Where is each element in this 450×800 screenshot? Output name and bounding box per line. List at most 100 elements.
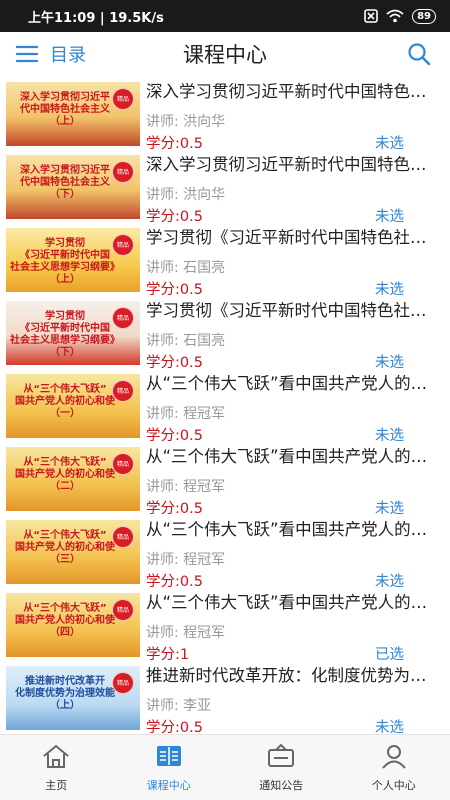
premium-badge: 精品	[112, 88, 134, 110]
course-item[interactable]: 从“三个伟大飞跃” 国共产党人的初心和使 （三） 精品 从“三个伟大飞跃”看中国…	[0, 514, 450, 590]
thumbnail-title: 推进新时代改革开 化制度优势为治理效能 （上）	[15, 676, 115, 711]
course-credit: 学分:0.5	[146, 500, 203, 517]
thumbnail-title: 从“三个伟大飞跃” 国共产党人的初心和使 （三）	[15, 530, 115, 565]
course-thumbnail: 从“三个伟大飞跃” 国共产党人的初心和使 （一） 精品	[6, 374, 140, 438]
selection-status[interactable]: 未选	[375, 497, 404, 518]
course-thumbnail: 推进新时代改革开 化制度优势为治理效能 （上） 精品	[6, 666, 140, 730]
course-title: 学习贯彻《习近平新时代中国特色社会主义思想学习纲要》（下）	[146, 301, 438, 320]
user-icon	[379, 743, 409, 773]
course-item[interactable]: 推进新时代改革开 化制度优势为治理效能 （上） 精品 推进新时代改革开放：化制度…	[0, 660, 450, 734]
course-info: 深入学习贯彻习近平新时代中国特色社会主义思想（上） 讲师: 洪向华 学分:0.5…	[140, 80, 438, 152]
course-meta: 学分:0.5 未选	[146, 278, 438, 298]
course-thumbnail: 从“三个伟大飞跃” 国共产党人的初心和使 （四） 精品	[6, 593, 140, 657]
search-button[interactable]	[404, 39, 434, 69]
course-info: 学习贯彻《习近平新时代中国特色社会主义思想学习纲要》（下） 讲师: 石国亮 学分…	[140, 299, 438, 371]
book-icon	[154, 743, 184, 773]
selection-status[interactable]: 未选	[375, 424, 404, 445]
premium-badge: 精品	[112, 672, 134, 694]
course-meta: 学分:0.5 未选	[146, 570, 438, 590]
selection-status[interactable]: 已选	[375, 643, 404, 664]
thumbnail-title: 学习贯彻 《习近平新时代中国 社会主义思想学习纲要》 （上）	[10, 238, 120, 285]
course-teacher: 讲师: 洪向华	[146, 114, 226, 130]
course-info: 从“三个伟大飞跃”看中国共产党人的初心和使命（三） 讲师: 程冠军 学分:0.5…	[140, 518, 438, 590]
tab-label: 通知公告	[259, 778, 304, 792]
course-meta: 学分:0.5 未选	[146, 497, 438, 517]
course-info: 从“三个伟大飞跃”看中国共产党人的初心和使命（四） 讲师: 程冠军 学分:1 已…	[140, 591, 438, 663]
course-info: 学习贯彻《习近平新时代中国特色社会主义思想学习纲要》（上） 讲师: 石国亮 学分…	[140, 226, 438, 298]
course-meta: 学分:0.5 未选	[146, 716, 438, 735]
premium-badge: 精品	[112, 526, 134, 548]
app-header: 目录 课程中心	[0, 32, 450, 76]
course-meta: 学分:1 已选	[146, 643, 438, 663]
thumbnail-title: 从“三个伟大飞跃” 国共产党人的初心和使 （一）	[15, 384, 115, 419]
tab-label: 课程中心	[146, 778, 191, 792]
thumbnail-title: 深入学习贯彻习近平 代中国特色社会主义 （上）	[20, 92, 110, 127]
premium-badge: 精品	[112, 380, 134, 402]
thumbnail-title: 从“三个伟大飞跃” 国共产党人的初心和使 （四）	[15, 603, 115, 638]
course-title: 推进新时代改革开放：化制度优势为治理效能（上）	[146, 666, 438, 685]
bottom-tab-bar: 主页 课程中心 通知公告 个人中心	[0, 734, 450, 800]
battery-indicator: 89	[412, 8, 436, 24]
course-credit: 学分:1	[146, 646, 190, 663]
selection-status[interactable]: 未选	[375, 351, 404, 372]
course-title: 从“三个伟大飞跃”看中国共产党人的初心和使命（一）	[146, 374, 438, 393]
catalog-label: 目录	[50, 45, 86, 66]
course-item[interactable]: 深入学习贯彻习近平 代中国特色社会主义 （上） 精品 深入学习贯彻习近平新时代中…	[0, 76, 450, 152]
course-teacher: 讲师: 程冠军	[146, 479, 226, 495]
selection-status[interactable]: 未选	[375, 570, 404, 591]
course-title: 深入学习贯彻习近平新时代中国特色社会主义思想（下）	[146, 155, 438, 174]
wifi-icon	[386, 9, 404, 23]
course-teacher: 讲师: 程冠军	[146, 625, 226, 641]
selection-status[interactable]: 未选	[375, 278, 404, 299]
course-title: 从“三个伟大飞跃”看中国共产党人的初心和使命（二）	[146, 447, 438, 466]
course-credit: 学分:0.5	[146, 573, 203, 590]
course-item[interactable]: 从“三个伟大飞跃” 国共产党人的初心和使 （二） 精品 从“三个伟大飞跃”看中国…	[0, 441, 450, 517]
course-meta: 学分:0.5 未选	[146, 351, 438, 371]
course-teacher: 讲师: 石国亮	[146, 260, 226, 276]
tab-label: 主页	[45, 778, 68, 792]
tab-notice[interactable]: 通知公告	[225, 735, 338, 800]
premium-badge: 精品	[112, 234, 134, 256]
course-title: 从“三个伟大飞跃”看中国共产党人的初心和使命（三）	[146, 520, 438, 539]
course-teacher: 讲师: 李亚	[146, 698, 212, 714]
course-meta: 学分:0.5 未选	[146, 424, 438, 444]
premium-badge: 精品	[112, 453, 134, 475]
course-info: 从“三个伟大飞跃”看中国共产党人的初心和使命（二） 讲师: 程冠军 学分:0.5…	[140, 445, 438, 517]
course-meta: 学分:0.5 未选	[146, 132, 438, 152]
course-item[interactable]: 从“三个伟大飞跃” 国共产党人的初心和使 （四） 精品 从“三个伟大飞跃”看中国…	[0, 587, 450, 663]
status-icons: 89	[364, 8, 436, 24]
course-credit: 学分:0.5	[146, 208, 203, 225]
sim-off-icon	[364, 9, 378, 23]
premium-badge: 精品	[112, 599, 134, 621]
course-teacher: 讲师: 石国亮	[146, 333, 226, 349]
status-bar: 上午11:09 | 19.5K/s 89	[0, 0, 450, 32]
course-item[interactable]: 学习贯彻 《习近平新时代中国 社会主义思想学习纲要》 （上） 精品 学习贯彻《习…	[0, 222, 450, 298]
course-item[interactable]: 从“三个伟大飞跃” 国共产党人的初心和使 （一） 精品 从“三个伟大飞跃”看中国…	[0, 368, 450, 444]
course-thumbnail: 深入学习贯彻习近平 代中国特色社会主义 （下） 精品	[6, 155, 140, 219]
selection-status[interactable]: 未选	[375, 132, 404, 153]
notice-icon	[266, 743, 296, 773]
tab-home[interactable]: 主页	[0, 735, 113, 800]
course-title: 从“三个伟大飞跃”看中国共产党人的初心和使命（四）	[146, 593, 438, 612]
course-thumbnail: 从“三个伟大飞跃” 国共产党人的初心和使 （三） 精品	[6, 520, 140, 584]
course-info: 推进新时代改革开放：化制度优势为治理效能（上） 讲师: 李亚 学分:0.5 未选	[140, 664, 438, 734]
tab-book[interactable]: 课程中心	[113, 735, 226, 800]
course-thumbnail: 深入学习贯彻习近平 代中国特色社会主义 （上） 精品	[6, 82, 140, 146]
catalog-menu-button[interactable]: 目录	[16, 41, 86, 67]
course-credit: 学分:0.5	[146, 135, 203, 152]
premium-badge: 精品	[112, 307, 134, 329]
course-item[interactable]: 学习贯彻 《习近平新时代中国 社会主义思想学习纲要》 （下） 精品 学习贯彻《习…	[0, 295, 450, 371]
tab-label: 个人中心	[371, 778, 416, 792]
course-thumbnail: 学习贯彻 《习近平新时代中国 社会主义思想学习纲要》 （下） 精品	[6, 301, 140, 365]
selection-status[interactable]: 未选	[375, 205, 404, 226]
course-thumbnail: 学习贯彻 《习近平新时代中国 社会主义思想学习纲要》 （上） 精品	[6, 228, 140, 292]
thumbnail-title: 学习贯彻 《习近平新时代中国 社会主义思想学习纲要》 （下）	[10, 311, 120, 358]
tab-user[interactable]: 个人中心	[338, 735, 450, 800]
course-item[interactable]: 深入学习贯彻习近平 代中国特色社会主义 （下） 精品 深入学习贯彻习近平新时代中…	[0, 149, 450, 225]
selection-status[interactable]: 未选	[375, 716, 404, 735]
course-credit: 学分:0.5	[146, 719, 203, 735]
premium-badge: 精品	[112, 161, 134, 183]
course-teacher: 讲师: 程冠军	[146, 552, 226, 568]
course-credit: 学分:0.5	[146, 281, 203, 298]
course-list[interactable]: 深入学习贯彻习近平 代中国特色社会主义 （上） 精品 深入学习贯彻习近平新时代中…	[0, 76, 450, 734]
